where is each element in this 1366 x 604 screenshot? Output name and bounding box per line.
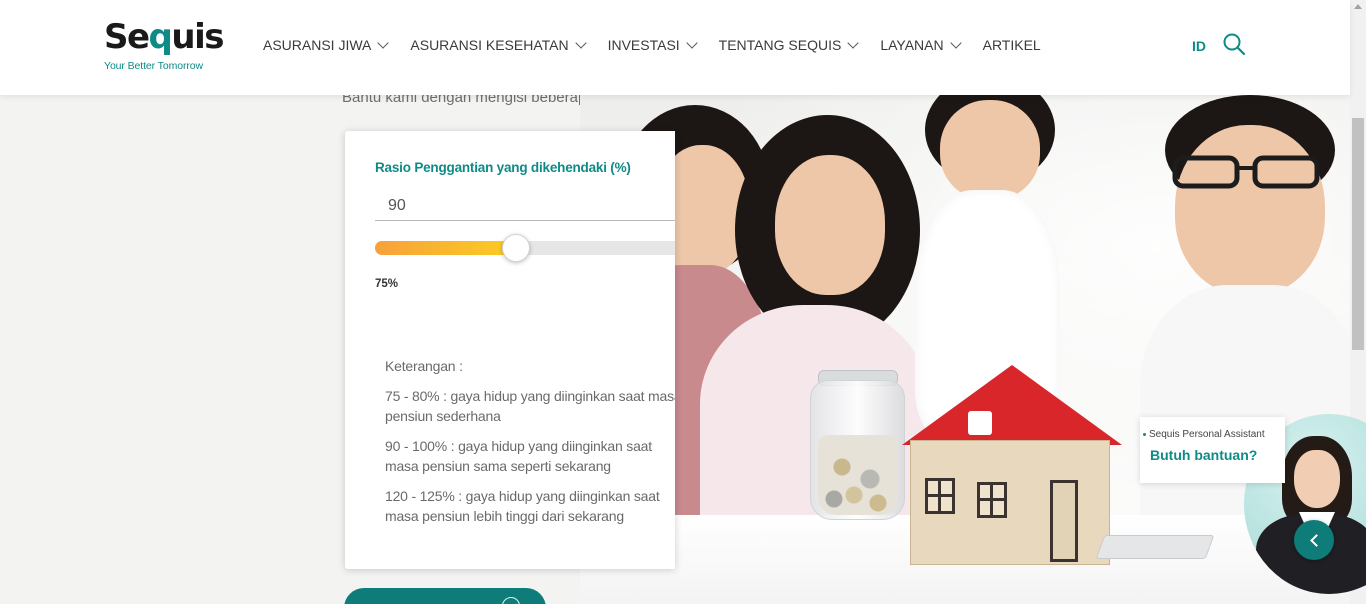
- assistant-bubble[interactable]: Sequis Personal Assistant Butuh bantuan?: [1140, 417, 1285, 483]
- main-nav: ASURANSI JIWA ASURANSI KESEHATAN INVESTA…: [263, 37, 1064, 53]
- note-item: 90 - 100% : gaya hidup yang diinginkan s…: [385, 438, 652, 474]
- chevron-down-icon: [686, 37, 698, 49]
- search-icon[interactable]: [1222, 32, 1246, 56]
- person-father-face: [1175, 125, 1325, 295]
- slider-handle[interactable]: [502, 234, 530, 262]
- nav-item-investasi[interactable]: INVESTASI: [607, 37, 698, 53]
- nav-item-asuransi-jiwa[interactable]: ASURANSI JIWA: [263, 37, 390, 53]
- notes-section: Keterangan : 75 - 80% : gaya hidup yang …: [385, 356, 675, 536]
- sequis-logo[interactable]: Sequis Your Better Tomorrow: [104, 17, 224, 72]
- slider-value-label: 75%: [375, 278, 399, 290]
- house-window: [925, 478, 955, 514]
- note-item: 120 - 125% : gaya hidup yang diinginkan …: [385, 488, 660, 524]
- slider-fill: [375, 241, 516, 255]
- person-child-face: [940, 100, 1040, 200]
- nav-item-layanan[interactable]: LAYANAN: [880, 37, 962, 53]
- arrow-circle-icon: [502, 597, 520, 604]
- note-item: 75 - 80% : gaya hidup yang diinginkan sa…: [385, 388, 675, 424]
- family-hero-image: [580, 95, 1350, 604]
- nav-item-artikel[interactable]: ARTIKEL: [983, 37, 1041, 53]
- chevron-down-icon: [574, 37, 587, 49]
- chevron-left-icon: [1309, 533, 1323, 547]
- coins: [818, 435, 898, 515]
- dot-icon: [1143, 432, 1146, 436]
- scroll-up-arrow-icon[interactable]: [1354, 4, 1362, 9]
- nav-item-tentang-sequis[interactable]: TENTANG SEQUIS: [718, 37, 859, 53]
- nav-item-label: ASURANSI JIWA: [263, 37, 372, 53]
- logo-wordmark: Sequis: [104, 17, 224, 57]
- submit-button[interactable]: [344, 588, 546, 604]
- chevron-down-icon: [949, 37, 962, 49]
- chevron-down-icon: [847, 37, 859, 49]
- nav-item-label: TENTANG SEQUIS: [718, 37, 842, 53]
- notes-title: Keterangan :: [385, 358, 463, 374]
- replacement-ratio-label: Rasio Penggantian yang dikehendaki (%): [375, 160, 631, 175]
- person-mother-face: [775, 155, 885, 295]
- assistant-help-prompt: Butuh bantuan?: [1150, 447, 1258, 463]
- calculator-card: Rasio Penggantian yang dikehendaki (%) 7…: [345, 131, 675, 569]
- site-header: Sequis Your Better Tomorrow ASURANSI JIW…: [0, 0, 1350, 95]
- house-roof: [902, 365, 1122, 445]
- house-door: [1050, 480, 1078, 562]
- assistant-name: Sequis Personal Assistant: [1143, 429, 1265, 440]
- nav-item-label: ASURANSI KESEHATAN: [410, 37, 569, 53]
- replacement-ratio-input[interactable]: [375, 191, 675, 221]
- logo-tagline: Your Better Tomorrow: [104, 60, 203, 72]
- calculator-object: [1095, 535, 1215, 559]
- language-switch[interactable]: ID: [1192, 38, 1206, 54]
- glasses-icon: [1172, 155, 1320, 189]
- scrollbar-thumb[interactable]: [1352, 118, 1364, 350]
- nav-item-label: LAYANAN: [880, 37, 944, 53]
- house-roof-window: [968, 411, 992, 435]
- nav-item-asuransi-kesehatan[interactable]: ASURANSI KESEHATAN: [410, 37, 587, 53]
- assistant-face: [1294, 450, 1340, 508]
- house-window: [977, 482, 1007, 518]
- assistant-collapse-button[interactable]: [1294, 520, 1334, 560]
- nav-item-label: INVESTASI: [607, 37, 680, 53]
- nav-item-label: ARTIKEL: [982, 37, 1041, 53]
- chevron-down-icon: [377, 37, 390, 49]
